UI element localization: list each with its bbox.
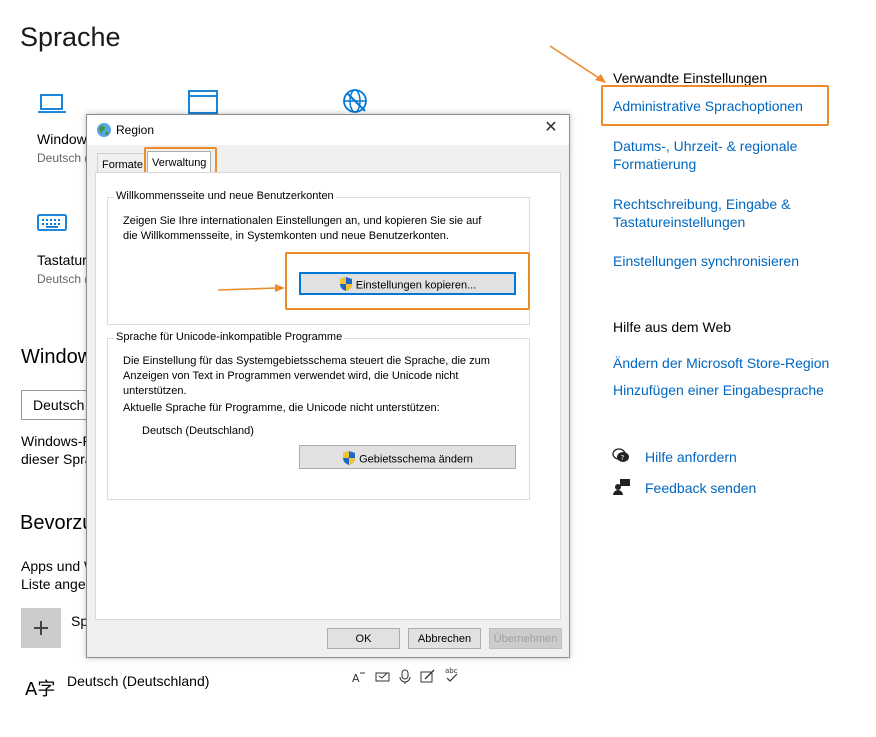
- windows-display-desc-2: dieser Spra: [21, 451, 93, 467]
- link-get-help[interactable]: Hilfe anfordern: [645, 448, 737, 466]
- svg-text:?: ?: [621, 454, 625, 462]
- windows-display-desc-1: Windows-F: [21, 433, 92, 449]
- dialog-titlebar[interactable]: [87, 115, 569, 145]
- preferred-heading: Bevorzu: [20, 512, 94, 534]
- group-unicode-text-2: Anzeigen von Text in Programmen verwende…: [123, 370, 459, 382]
- preferred-desc-2: Liste angez: [21, 576, 93, 592]
- highlight-verwaltung-tab: [144, 147, 217, 175]
- link-date-time-format[interactable]: Datums-, Uhrzeit- & regionale Formatieru…: [613, 137, 797, 173]
- help-chat-icon: ?: [612, 447, 630, 465]
- svg-text:A: A: [352, 672, 360, 684]
- group-unicode-text-1: Die Einstellung für das Systemgebietssch…: [123, 355, 490, 367]
- group-welcome-text-1: Zeigen Sie Ihre internationalen Einstell…: [123, 215, 482, 227]
- change-locale-label: Gebietsschema ändern: [359, 453, 473, 466]
- spellcheck-icon: abc: [444, 666, 460, 684]
- group-unicode-text-3: unterstützen.: [123, 385, 187, 397]
- group-unicode-text-4: Aktuelle Sprache für Programme, die Unic…: [123, 402, 440, 414]
- language-glyph-icon: A字: [25, 679, 56, 700]
- link-store-region[interactable]: Ändern der Microsoft Store-Region: [613, 354, 829, 372]
- add-language-button[interactable]: [21, 608, 61, 648]
- change-locale-button[interactable]: Gebietsschema ändern: [299, 445, 516, 469]
- tile-keyboard-sub: Deutsch (: [37, 272, 89, 286]
- globe-icon: [96, 122, 112, 138]
- group-unicode-title: Sprache für Unicode-inkompatible Program…: [114, 331, 345, 343]
- apply-button[interactable]: Übernehmen: [489, 628, 562, 649]
- group-welcome-title: Willkommensseite und neue Benutzerkonten: [114, 190, 336, 202]
- highlight-copy-button: [285, 252, 530, 310]
- microphone-icon: [398, 669, 412, 685]
- group-unicode-programs: Sprache für Unicode-inkompatible Program…: [107, 331, 530, 500]
- window-icon[interactable]: [187, 89, 219, 115]
- cancel-button[interactable]: Abbrechen: [408, 628, 481, 649]
- pen-icon: [420, 669, 436, 683]
- globe-speech-icon[interactable]: [341, 87, 371, 117]
- link-spelling-typing[interactable]: Rechtschreibung, Eingabe & Tastatureinst…: [613, 195, 790, 231]
- svg-text:abc: abc: [445, 667, 458, 675]
- close-icon[interactable]: ✕: [543, 120, 559, 136]
- page-title: Sprache: [20, 22, 121, 52]
- link-add-input-language[interactable]: Hinzufügen einer Eingabesprache: [613, 381, 824, 399]
- tile-keyboard-label: Tastatur: [37, 252, 87, 268]
- language-item-deutsch[interactable]: Deutsch (Deutschland): [67, 672, 209, 690]
- current-system-locale: Deutsch (Deutschland): [142, 425, 254, 437]
- ok-button[interactable]: OK: [327, 628, 400, 649]
- handwriting-icon: [375, 669, 391, 683]
- group-welcome-text-2: die Willkommensseite, in Systemkonten un…: [123, 230, 449, 242]
- laptop-icon[interactable]: [37, 93, 67, 115]
- windows-display-heading: Window: [21, 346, 93, 368]
- uac-shield-icon-2: [342, 451, 356, 468]
- region-dialog: Region ✕ Formate Verwaltung Willkommenss…: [86, 114, 570, 658]
- related-settings-heading: Verwandte Einstellungen: [613, 70, 768, 86]
- tile-windows-sub: Deutsch (: [37, 151, 89, 165]
- dialog-title: Region: [116, 123, 155, 137]
- text-to-speech-icon: A: [352, 670, 366, 685]
- arrow-annotation-left: [217, 282, 287, 294]
- arrow-annotation-top: [548, 44, 610, 86]
- link-sync-settings[interactable]: Einstellungen synchronisieren: [613, 252, 799, 270]
- link-send-feedback[interactable]: Feedback senden: [645, 479, 756, 497]
- web-help-heading: Hilfe aus dem Web: [613, 319, 732, 335]
- verwaltung-panel: Willkommensseite und neue Benutzerkonten…: [95, 172, 561, 620]
- keyboard-icon[interactable]: [37, 213, 67, 233]
- highlight-admin-link: [601, 85, 829, 126]
- feedback-icon: [613, 478, 631, 496]
